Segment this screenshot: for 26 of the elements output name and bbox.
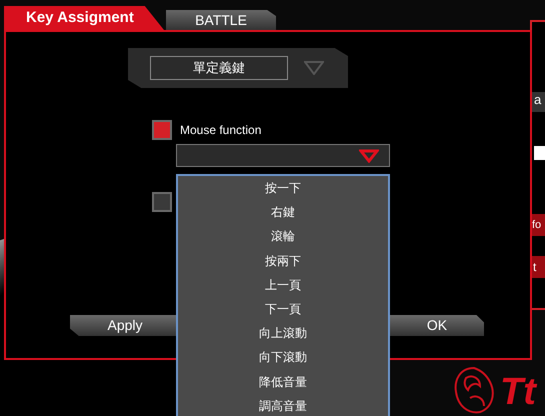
dropdown-item[interactable]: 按兩下	[178, 248, 388, 273]
dropdown-item[interactable]: 降低音量	[178, 370, 388, 394]
ok-button[interactable]: OK	[390, 315, 484, 336]
logo-text: Tt	[500, 372, 536, 412]
panel-text: a	[532, 92, 545, 112]
checkbox[interactable]	[152, 192, 172, 212]
dropdown-item[interactable]: 調高音量	[178, 394, 388, 416]
panel-text: t	[532, 256, 545, 278]
panel-text: fo	[532, 214, 545, 236]
dropdown-item[interactable]: 下一頁	[178, 296, 388, 322]
tab[interactable]: BATTLE	[166, 10, 276, 30]
caret-icon	[304, 61, 324, 75]
panel-field	[534, 146, 545, 160]
dropdown-item[interactable]: 按一下	[178, 176, 388, 200]
mode-field[interactable]: 單定義鍵	[150, 56, 288, 80]
caret-icon	[359, 148, 379, 162]
mode-selector[interactable]: 單定義鍵	[128, 48, 348, 88]
tab[interactable]: Key Assigment	[4, 6, 164, 30]
dropdown-item[interactable]: 向上滾動	[178, 321, 388, 346]
option-label: Mouse function	[180, 122, 262, 139]
dropdown-item[interactable]: 滾輪	[178, 224, 388, 249]
checkbox[interactable]	[152, 120, 172, 140]
function-dropdown[interactable]	[176, 144, 390, 167]
dropdown-item[interactable]: 上一頁	[178, 272, 388, 297]
dropdown-item[interactable]: 向下滾動	[178, 345, 388, 370]
dropdown-item[interactable]: 右鍵	[178, 200, 388, 224]
